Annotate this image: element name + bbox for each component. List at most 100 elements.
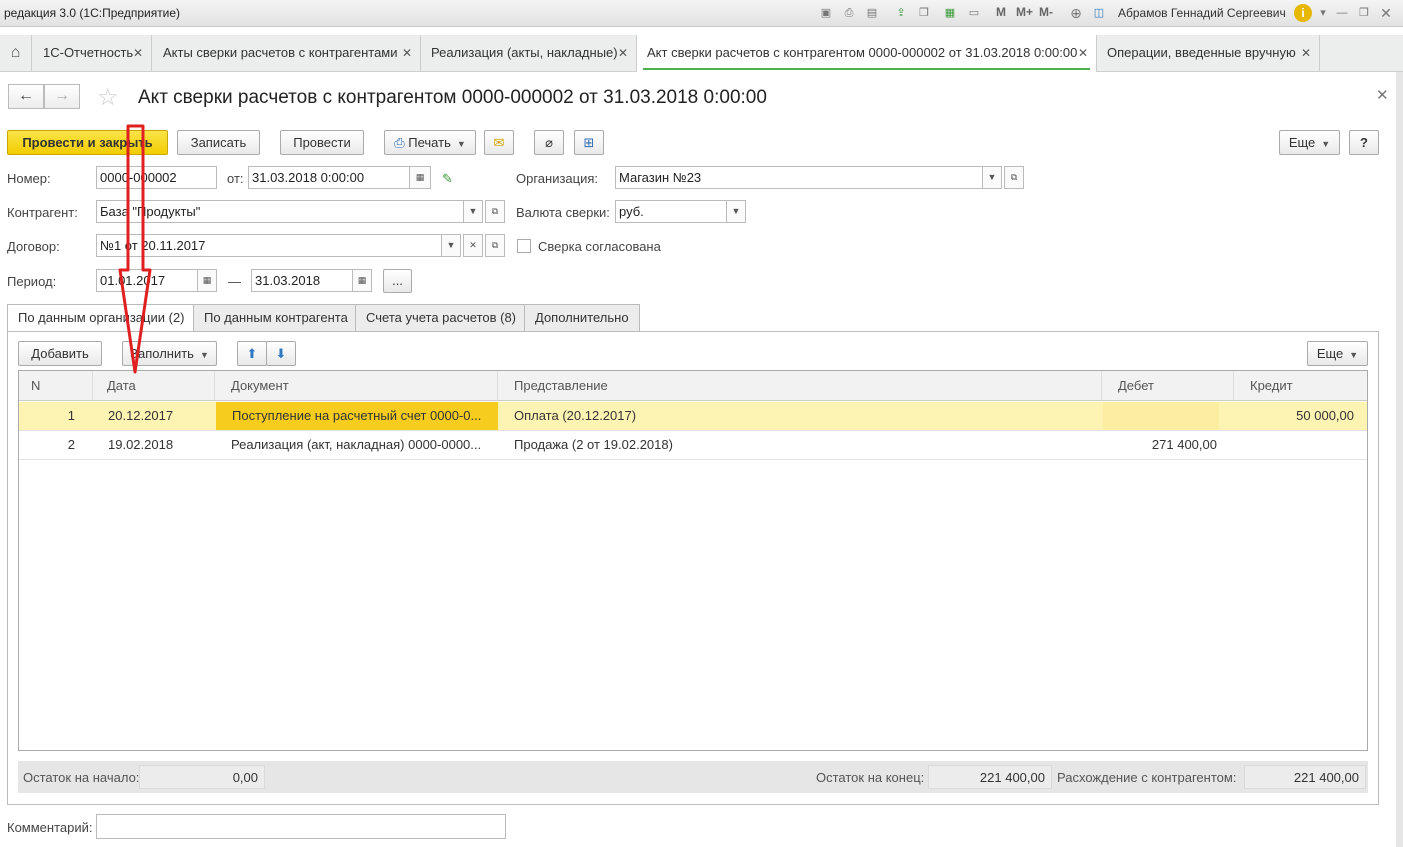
close-tab-icon[interactable]: ✕ [618,35,628,71]
minimize-icon[interactable]: — [1334,5,1350,21]
dropdown-icon[interactable]: ▾ [1315,5,1331,21]
print-label: Печать [408,135,451,150]
memory-m[interactable]: M [996,5,1006,19]
calendar-icon[interactable]: ▦ [409,166,431,189]
contract-dropdown-icon[interactable]: ▼ [441,234,461,257]
arrow-up-icon: ⬆ [246,346,258,361]
organization-dropdown-icon[interactable]: ▼ [982,166,1002,189]
form-title: Акт сверки расчетов с контрагентом 0000-… [138,87,767,108]
cell-document[interactable]: Поступление на расчетный счет 0000-0... [216,402,498,430]
forward-button[interactable]: → [44,84,80,109]
tab-accounts[interactable]: Счета учета расчетов (8) [355,304,528,331]
contract-clear-icon[interactable]: ✕ [463,234,483,257]
table-row[interactable]: 1 20.12.2017 Поступление на расчетный сч… [19,402,1367,431]
date-field[interactable]: 31.03.2018 0:00:00 [248,166,410,189]
save-button[interactable]: Записать [177,130,260,155]
save-icon[interactable]: ▣ [818,5,834,21]
close-tab-icon[interactable]: ✕ [1301,35,1311,71]
more-label: Еще [1316,346,1344,361]
counterparty-dropdown-icon[interactable]: ▼ [463,200,483,223]
col-header-n[interactable]: N [19,371,93,401]
agreed-checkbox[interactable] [517,239,531,253]
close-window-icon[interactable]: ✕ [1378,5,1394,21]
tab-additional[interactable]: Дополнительно [524,304,640,331]
move-up-button[interactable]: ⬆ [237,341,267,366]
cell-n: 2 [67,437,75,452]
more-button[interactable]: Еще ▼ [1279,130,1340,155]
col-header-debit[interactable]: Дебет [1102,371,1234,401]
favorite-star-icon[interactable]: ☆ [97,83,119,112]
attach-button[interactable]: ⌀ [534,130,564,155]
tab-label: Акты сверки расчетов с контрагентами [163,45,398,60]
panel-icon[interactable]: ◫ [1091,5,1107,21]
discrepancy-value: 221 400,00 [1244,765,1366,789]
chevron-down-icon: ▼ [1321,139,1331,149]
open-tabs-bar: ⌂ 1С-Отчетность ✕ Акты сверки расчетов с … [0,35,1403,72]
user-name[interactable]: Абрамов Геннадий Сергеевич [1118,6,1286,20]
title-bar: редакция 3.0 (1С:Предприятие) ▣ ⎙ ▤ ⇪ ❐ … [0,0,1403,27]
preview-icon[interactable]: ▤ [864,5,880,21]
zoom-icon[interactable]: ⊕ [1068,5,1084,21]
calendar-icon[interactable]: ▭ [966,5,982,21]
contract-open-icon[interactable]: ⧉ [485,234,505,257]
add-row-button[interactable]: Добавить [18,341,102,366]
tab-reconciliation-list[interactable]: Акты сверки расчетов с контрагентами ✕ [153,35,421,71]
email-button[interactable]: ✉ [484,130,514,155]
post-button[interactable]: Провести [280,130,364,155]
info-icon[interactable]: i [1294,4,1312,22]
close-tab-icon[interactable]: ✕ [133,35,143,71]
memory-plus[interactable]: M+ [1016,5,1033,19]
tab-counterparty-data[interactable]: По данным контрагента [193,304,359,331]
reconciliation-table[interactable]: N Дата Документ Представление Дебет Кред… [18,370,1368,751]
copy-icon[interactable]: ❐ [916,5,932,21]
period-select-button[interactable]: ... [383,269,412,293]
cell-representation: Оплата (20.12.2017) [514,408,637,423]
close-tab-icon[interactable]: ✕ [1078,35,1088,71]
check-number-icon[interactable]: ✎ [442,171,453,187]
structure-button[interactable]: ⊞ [574,130,604,155]
comment-label: Комментарий: [7,820,93,835]
organization-field[interactable]: Магазин №23 [615,166,983,189]
table-more-button[interactable]: Еще ▼ [1307,341,1368,366]
col-header-credit[interactable]: Кредит [1234,371,1367,401]
period-to-field[interactable]: 31.03.2018 [251,269,353,292]
print-button[interactable]: ⎙ Печать ▼ [384,130,476,155]
tab-sales[interactable]: Реализация (акты, накладные) ✕ [421,35,637,71]
home-icon[interactable]: ⌂ [0,35,32,71]
calculator-icon[interactable]: ▦ [942,5,958,21]
cell-date: 20.12.2017 [108,408,174,423]
discrepancy-label: Расхождение с контрагентом: [1057,770,1237,785]
tab-label: 1С-Отчетность [43,45,134,60]
comment-field[interactable] [96,814,506,839]
memory-minus[interactable]: M- [1039,5,1053,19]
help-button[interactable]: ? [1349,130,1379,155]
table-row[interactable]: 2 19.02.2018 Реализация (акт, накладная)… [19,431,1367,460]
tab-current-act[interactable]: Акт сверки расчетов с контрагентом 0000-… [637,35,1097,72]
close-tab-icon[interactable]: ✕ [402,35,412,71]
window-scrollbar[interactable] [1396,72,1403,847]
organization-open-icon[interactable]: ⧉ [1004,166,1024,189]
col-header-document[interactable]: Документ [215,371,498,401]
calendar-icon[interactable]: ▦ [352,269,372,292]
tab-org-data[interactable]: По данным организации (2) [7,304,196,332]
restore-icon[interactable]: ❐ [1356,5,1372,21]
paperclip-icon: ⌀ [545,135,553,150]
envelope-icon: ✉ [493,135,505,150]
tab-manual-operations[interactable]: Операции, введенные вручную ✕ [1097,35,1320,71]
cell-credit [1235,431,1354,459]
currency-dropdown-icon[interactable]: ▼ [726,200,746,223]
tab-reporting[interactable]: 1С-Отчетность ✕ [33,35,152,71]
annotation-arrow [118,124,152,374]
currency-field[interactable]: руб. [615,200,727,223]
end-balance-value: 221 400,00 [928,765,1052,789]
move-down-button[interactable]: ⬇ [266,341,296,366]
printer-icon: ⎙ [394,135,405,150]
back-button[interactable]: ← [8,84,44,109]
close-form-icon[interactable]: ✕ [1376,86,1389,104]
calendar-icon[interactable]: ▦ [197,269,217,292]
col-header-representation[interactable]: Представление [498,371,1102,401]
tab-label: Операции, введенные вручную [1107,45,1296,60]
upload-icon[interactable]: ⇪ [893,5,909,21]
counterparty-open-icon[interactable]: ⧉ [485,200,505,223]
print-icon[interactable]: ⎙ [841,5,857,21]
